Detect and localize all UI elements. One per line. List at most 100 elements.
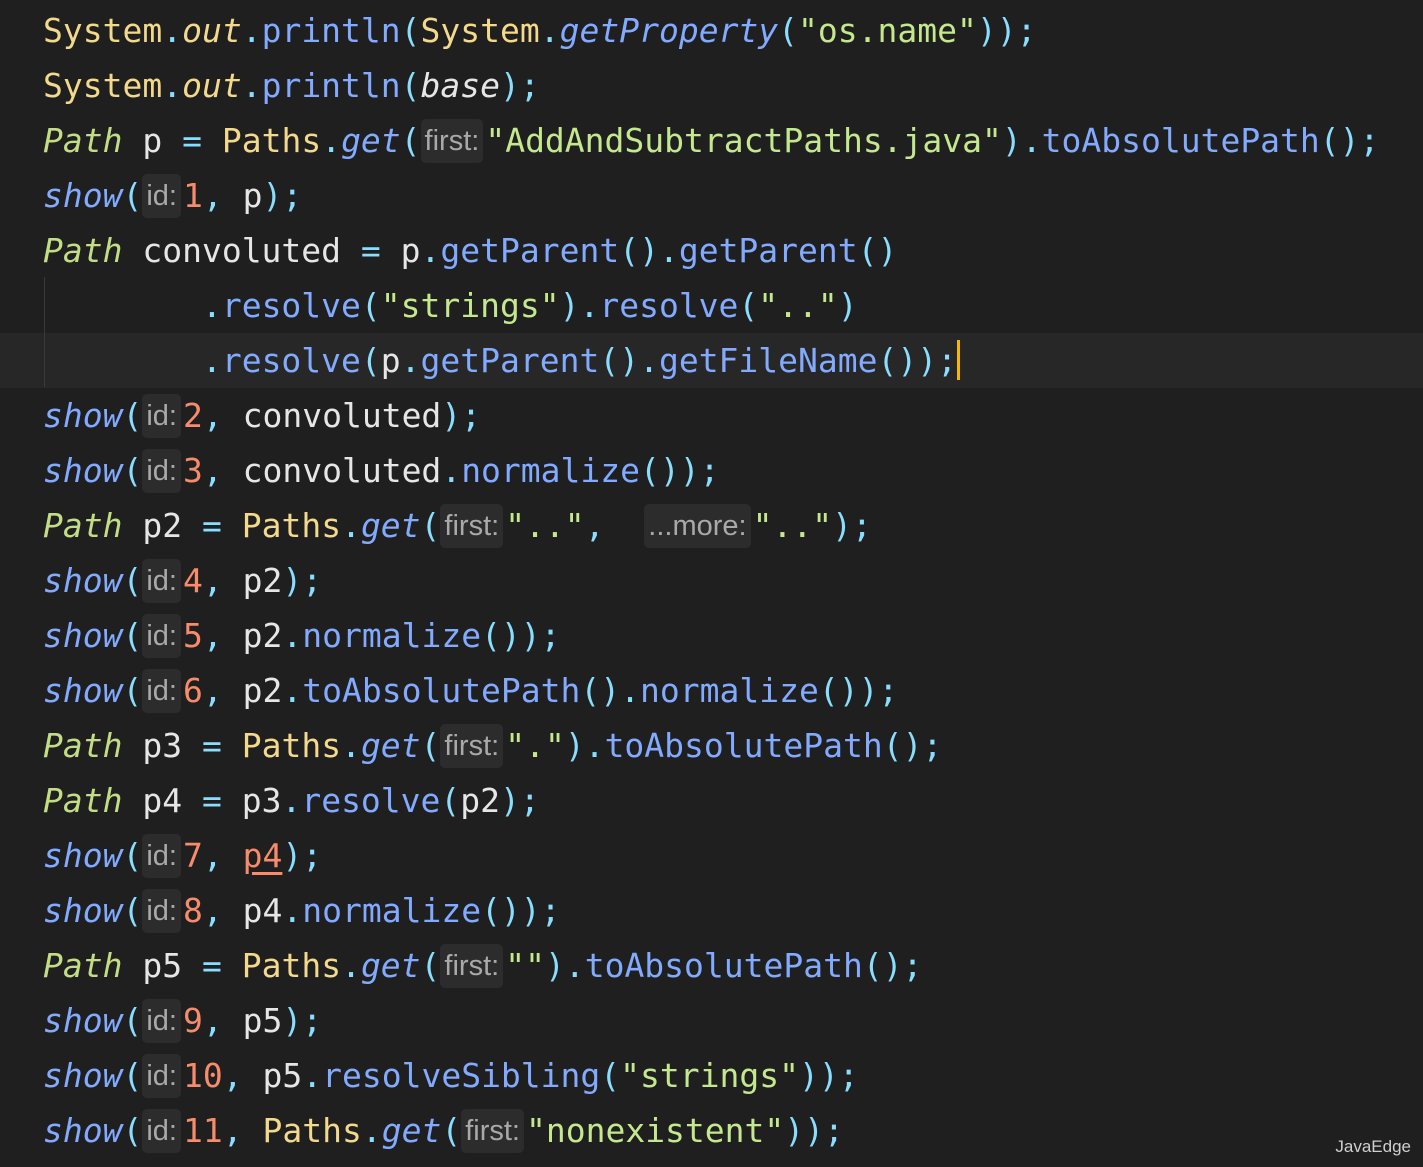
code-line-text[interactable]: System.out.println(System.getProperty("o… (43, 3, 1036, 58)
code-line[interactable]: Path p4 = p3.resolve(p2); (0, 773, 1423, 828)
code-token: getParent (678, 231, 858, 270)
code-line-text[interactable]: System.out.println(base); (43, 58, 540, 113)
code-line-text[interactable]: show(id: 2, convoluted); (43, 388, 481, 443)
code-token: ()); (481, 891, 561, 930)
code-token: "strings" (620, 1056, 799, 1095)
code-token: resolve (301, 781, 441, 820)
code-line[interactable]: show(id: 9, p5); (0, 993, 1423, 1048)
code-line[interactable]: Path convoluted = p.getParent().getParen… (0, 223, 1423, 278)
code-line-text[interactable]: .resolve("strings").resolve("..") (43, 278, 858, 333)
code-token: ( (122, 836, 143, 875)
code-line[interactable]: show(id: 7, p4); (0, 828, 1423, 883)
code-token: System (43, 66, 163, 105)
code-token: p (380, 231, 421, 270)
code-token: (); (862, 946, 923, 985)
code-token: show (43, 1111, 123, 1150)
code-line[interactable]: show(id: 2, convoluted); (0, 388, 1423, 443)
code-line[interactable]: show(id: 6, p2.toAbsolutePath().normalize… (0, 663, 1423, 718)
code-line[interactable]: show(id: 8, p4.normalize()); (0, 883, 1423, 938)
code-line-text[interactable]: show(id: 7, p4); (43, 828, 322, 883)
code-token: 10 (183, 1056, 223, 1095)
code-token: ) (837, 286, 858, 325)
code-token: . (341, 946, 361, 985)
code-token: show (43, 671, 123, 710)
code-token: . (302, 1056, 323, 1095)
code-token: , (202, 891, 243, 930)
code-line-text[interactable]: show(id: 8, p4.normalize()); (43, 883, 561, 938)
code-token: System (420, 11, 540, 50)
code-token: . (201, 286, 222, 325)
code-line-text[interactable]: Path p3 = Paths.get(first: ".").toAbsolut… (43, 718, 942, 773)
code-token: , (202, 1001, 243, 1040)
code-line[interactable]: Path p = Paths.get(first: "AddAndSubtract… (0, 113, 1423, 168)
code-line-text[interactable]: Path convoluted = p.getParent().getParen… (43, 223, 897, 278)
code-token: show (43, 1001, 123, 1040)
code-token: = (201, 726, 222, 765)
code-token: out (182, 66, 242, 105)
code-line-text[interactable]: show(id: 5, p2.normalize()); (43, 608, 561, 663)
code-token: Paths (221, 121, 322, 160)
code-token: ( (360, 341, 381, 380)
code-token: 6 (183, 671, 203, 710)
code-token: , (222, 1111, 263, 1150)
code-token: ); (282, 836, 323, 875)
code-token: (); (1319, 121, 1380, 160)
code-token: 1 (183, 176, 203, 215)
code-token: ( (122, 891, 143, 930)
text-cursor (956, 340, 960, 380)
code-line[interactable]: Path p2 = Paths.get(first: "..", ...more:… (0, 498, 1423, 553)
code-line-text[interactable]: show(id: 6, p2.toAbsolutePath().normalize… (43, 663, 898, 718)
code-line-text[interactable]: show(id: 11, Paths.get(first: "nonexistent… (43, 1103, 844, 1158)
code-line[interactable]: show(id: 3, convoluted.normalize()); (0, 443, 1423, 498)
code-line-text[interactable]: Path p4 = p3.resolve(p2); (43, 773, 540, 828)
code-token: normalize (640, 671, 819, 710)
code-line[interactable]: Path p3 = Paths.get(first: ".").toAbsolut… (0, 718, 1423, 773)
code-line[interactable]: show(id: 5, p2.normalize()); (0, 608, 1423, 663)
code-token: p (122, 121, 183, 160)
code-token: show (43, 561, 123, 600)
code-line-text[interactable]: show(id: 4, p2); (43, 553, 322, 608)
code-token: "" (505, 946, 545, 985)
code-line[interactable]: Path p5 = Paths.get(first: "").toAbsolute… (0, 938, 1423, 993)
parameter-hint: id: (142, 1054, 181, 1098)
code-token: . (162, 66, 183, 105)
parameter-hint: first: (461, 1109, 524, 1153)
code-line-text[interactable]: show(id: 9, p5); (43, 993, 322, 1048)
code-line[interactable]: System.out.println(System.getProperty("o… (0, 3, 1423, 58)
code-line-text[interactable]: show(id: 3, convoluted.normalize()); (43, 443, 719, 498)
code-line-text[interactable]: .resolve(p.getParent().getFileName()); (43, 333, 960, 388)
code-token: ( (122, 451, 143, 490)
code-token: ( (420, 506, 441, 545)
code-token: . (400, 341, 421, 380)
parameter-hint: first: (440, 504, 504, 548)
code-line[interactable]: show(id: 10, p5.resolveSibling("strings")… (0, 1048, 1423, 1103)
code-token: )); (798, 1056, 859, 1095)
code-token: 2 (183, 396, 203, 435)
code-line[interactable]: .resolve("strings").resolve("..") (0, 278, 1423, 333)
code-token: ); (282, 1001, 323, 1040)
code-line-text[interactable]: show(id: 1, p); (43, 168, 302, 223)
code-token: (). (619, 231, 679, 270)
code-line[interactable]: System.out.println(base); (0, 58, 1423, 113)
code-token: (); (882, 726, 943, 765)
code-token: 8 (183, 891, 203, 930)
code-line[interactable]: show(id: 4, p2); (0, 553, 1423, 608)
code-token: ); (262, 176, 303, 215)
code-line[interactable]: .resolve(p.getParent().getFileName()); (0, 333, 1423, 388)
code-line-text[interactable]: show(id: 10, p5.resolveSibling("strings")… (43, 1048, 859, 1103)
code-token: println (261, 11, 401, 50)
code-line[interactable]: show(id: 11, Paths.get(first: "nonexistent… (0, 1103, 1423, 1158)
parameter-hint: id: (142, 834, 181, 878)
code-line-text[interactable]: Path p5 = Paths.get(first: "").toAbsolute… (43, 938, 922, 993)
code-line[interactable]: show(id: 1, p); (0, 168, 1423, 223)
code-line-text[interactable]: Path p2 = Paths.get(first: "..", ...more:… (43, 498, 872, 553)
code-token: toAbsolutePath (604, 726, 883, 765)
code-line-text[interactable]: Path p = Paths.get(first: "AddAndSubtract… (43, 113, 1379, 168)
code-editor[interactable]: System.out.println(System.getProperty("o… (0, 0, 1423, 1167)
code-token: (). (599, 341, 659, 380)
code-token: resolveSibling (322, 1056, 601, 1095)
parameter-hint: id: (142, 889, 181, 933)
code-token: )); (784, 1111, 844, 1150)
